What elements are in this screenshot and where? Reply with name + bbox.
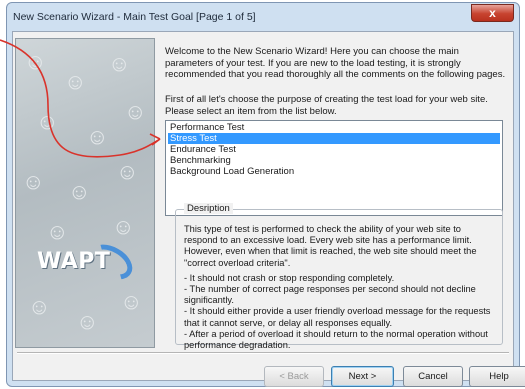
criterion-line: - The number of correct page responses p… (184, 284, 476, 306)
list-item-benchmarking[interactable]: Benchmarking (168, 155, 500, 166)
person-figure-icon: ☺ (76, 309, 99, 334)
button-separator (17, 352, 509, 354)
criterion-line: - It should not crash or stop responding… (184, 272, 395, 283)
description-text: This type of test is performed to check … (184, 224, 496, 351)
person-figure-icon: ☺ (22, 169, 45, 194)
person-figure-icon: ☺ (68, 179, 91, 204)
person-figure-icon: ☺ (64, 69, 87, 94)
wizard-client-area: ☺ ☺ ☺ ☺ ☺ ☺ ☺ ☺ ☺ ☺ ☺ ☺ ☺ ☺ WAPT Welcome… (12, 31, 525, 387)
criterion-line: - It should either provide a user friend… (184, 306, 491, 328)
person-figure-icon: ☺ (86, 124, 109, 149)
list-item-performance-test[interactable]: Performance Test (168, 122, 500, 133)
next-button[interactable]: Next > (331, 366, 394, 387)
person-figure-icon: ☺ (108, 51, 131, 76)
criterion-line: - After a period of overload it should r… (184, 328, 488, 351)
back-button[interactable]: < Back (264, 366, 324, 387)
description-group-label: Desription (184, 203, 233, 214)
person-figure-icon: ☺ (46, 219, 69, 244)
list-item-stress-test[interactable]: Stress Test (168, 133, 500, 144)
description-paragraph: This type of test is performed to check … (184, 224, 477, 268)
close-icon: x (489, 6, 496, 20)
window-title: New Scenario Wizard - Main Test Goal [Pa… (13, 11, 256, 23)
person-figure-icon: ☺ (28, 294, 51, 319)
list-item-endurance-test[interactable]: Endurance Test (168, 144, 500, 155)
cancel-button[interactable]: Cancel (403, 366, 463, 387)
person-figure-icon: ☺ (124, 99, 147, 124)
person-figure-icon: ☺ (120, 289, 143, 314)
wizard-side-banner: ☺ ☺ ☺ ☺ ☺ ☺ ☺ ☺ ☺ ☺ ☺ ☺ ☺ ☺ WAPT (15, 38, 155, 348)
help-button[interactable]: Help (469, 366, 525, 387)
instruction-text: First of all let's choose the purpose of… (165, 94, 488, 117)
person-figure-icon: ☺ (24, 49, 47, 74)
description-group: Desription This type of test is performe… (175, 203, 503, 350)
person-figure-icon: ☺ (36, 109, 59, 134)
wizard-window: New Scenario Wizard - Main Test Goal [Pa… (6, 2, 525, 387)
close-button[interactable]: x (471, 4, 514, 22)
person-figure-icon: ☺ (116, 159, 139, 184)
test-type-list[interactable]: Performance Test Stress Test Endurance T… (165, 120, 503, 216)
list-item-background-load-generation[interactable]: Background Load Generation (168, 166, 500, 177)
logo-swoosh-icon (83, 237, 139, 287)
welcome-text: Welcome to the New Scenario Wizard! Here… (165, 46, 506, 80)
title-bar[interactable]: New Scenario Wizard - Main Test Goal [Pa… (7, 3, 519, 31)
person-figure-icon: ☺ (112, 214, 135, 239)
